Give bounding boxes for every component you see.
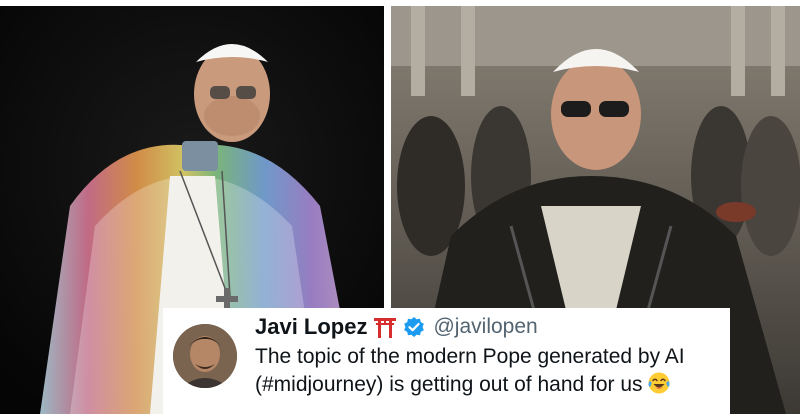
display-name[interactable]: Javi Lopez <box>255 314 367 340</box>
tweet-card: Javi Lopez @javilopen The topic of the m… <box>163 308 730 416</box>
avatar[interactable] <box>173 324 237 388</box>
tears-of-joy-icon <box>647 371 671 403</box>
tweet-text: The topic of the modern Pope generated b… <box>255 343 725 403</box>
tweet-header: Javi Lopez @javilopen <box>255 314 538 340</box>
avatar-image <box>173 324 237 388</box>
meme-image: Javi Lopez @javilopen The topic of the m… <box>0 0 800 420</box>
user-handle[interactable]: @javilopen <box>433 315 537 339</box>
torii-gate-icon <box>373 316 397 338</box>
tweet-body: The topic of the modern Pope generated b… <box>255 345 685 396</box>
verified-badge-icon <box>403 316 425 338</box>
